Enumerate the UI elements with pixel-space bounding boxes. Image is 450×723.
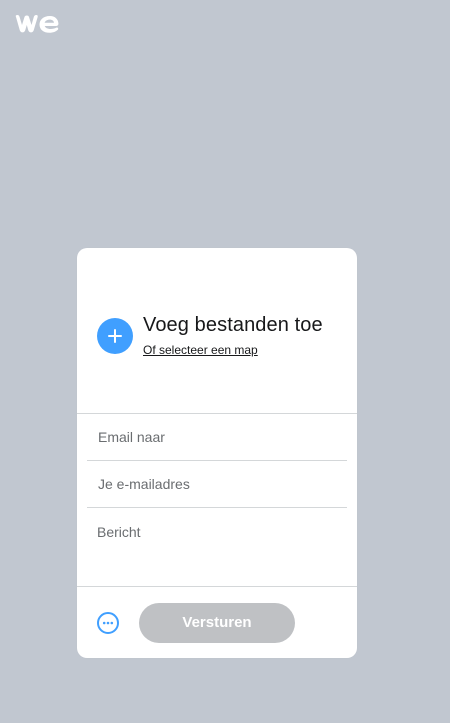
transfer-panel: Voeg bestanden toe Of selecteer een map … bbox=[77, 248, 357, 658]
more-options-icon bbox=[102, 621, 114, 625]
add-files-button[interactable] bbox=[97, 318, 133, 354]
add-files-title[interactable]: Voeg bestanden toe bbox=[143, 314, 323, 337]
more-options-button[interactable] bbox=[97, 612, 119, 634]
divider bbox=[87, 507, 347, 508]
plus-icon bbox=[108, 329, 122, 343]
your-email-input[interactable] bbox=[87, 461, 347, 507]
email-to-input[interactable] bbox=[87, 414, 347, 460]
upload-area[interactable]: Voeg bestanden toe Of selecteer een map bbox=[77, 248, 357, 413]
message-input[interactable] bbox=[87, 520, 347, 584]
divider bbox=[77, 586, 357, 587]
send-button[interactable]: Versturen bbox=[139, 603, 295, 643]
wetransfer-logo[interactable] bbox=[14, 13, 60, 35]
select-folder-link[interactable]: Of selecteer een map bbox=[143, 343, 258, 357]
